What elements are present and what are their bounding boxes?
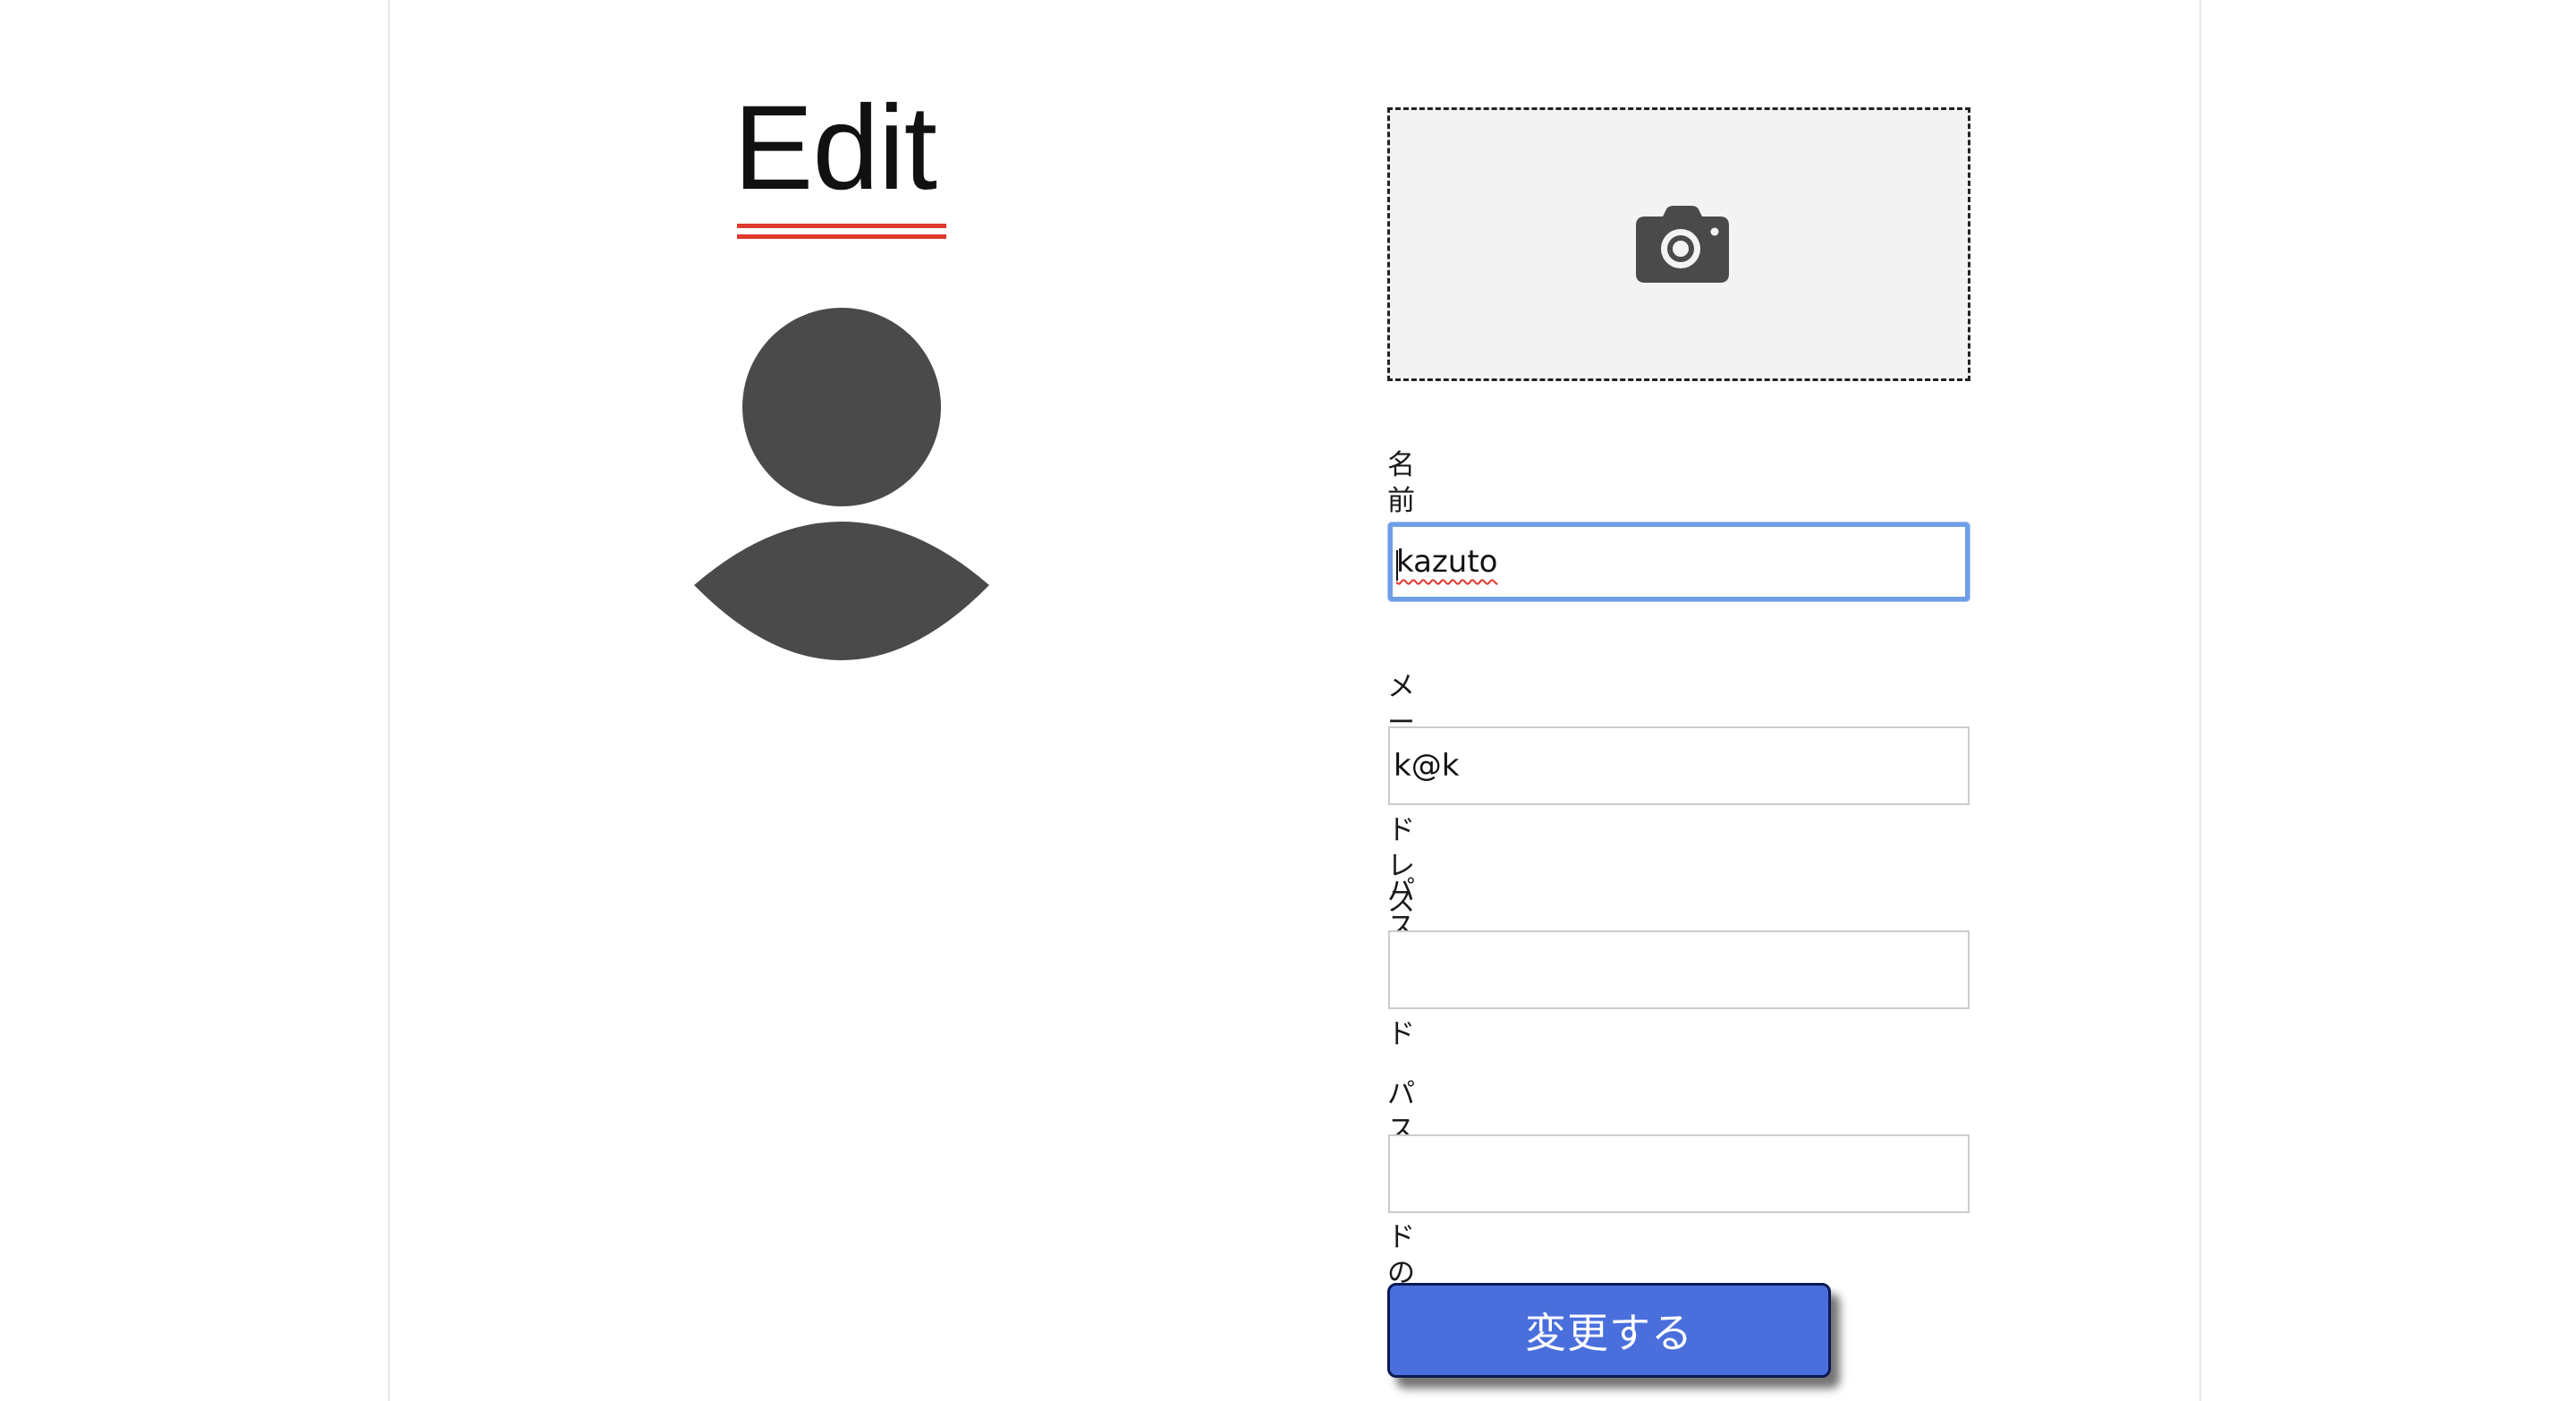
password-confirmation-input[interactable] bbox=[1388, 1134, 1970, 1213]
name-input-value: kazuto bbox=[1396, 544, 1498, 580]
name-input[interactable]: kazuto bbox=[1388, 522, 1970, 601]
profile-column: Edit bbox=[0, 0, 989, 1401]
text-caret bbox=[1396, 550, 1398, 581]
title-underline bbox=[737, 224, 946, 242]
email-input-value: k@k bbox=[1394, 748, 1460, 784]
camera-icon bbox=[1636, 206, 1729, 283]
name-label: 名前 bbox=[1387, 449, 1415, 517]
password-input[interactable] bbox=[1388, 930, 1970, 1009]
edit-page: Edit 名前 kazuto メー ドレス k@k パス ド パス ドの 変更す… bbox=[0, 0, 2576, 1401]
page-title: Edit bbox=[733, 81, 937, 215]
image-upload-dropzone[interactable] bbox=[1387, 107, 1970, 381]
avatar bbox=[694, 308, 989, 671]
title-underline-top bbox=[737, 224, 946, 228]
submit-button[interactable]: 変更する bbox=[1387, 1283, 1831, 1378]
user-silhouette-icon bbox=[694, 308, 989, 660]
title-underline-bottom bbox=[737, 234, 946, 239]
email-input[interactable]: k@k bbox=[1388, 726, 1970, 805]
